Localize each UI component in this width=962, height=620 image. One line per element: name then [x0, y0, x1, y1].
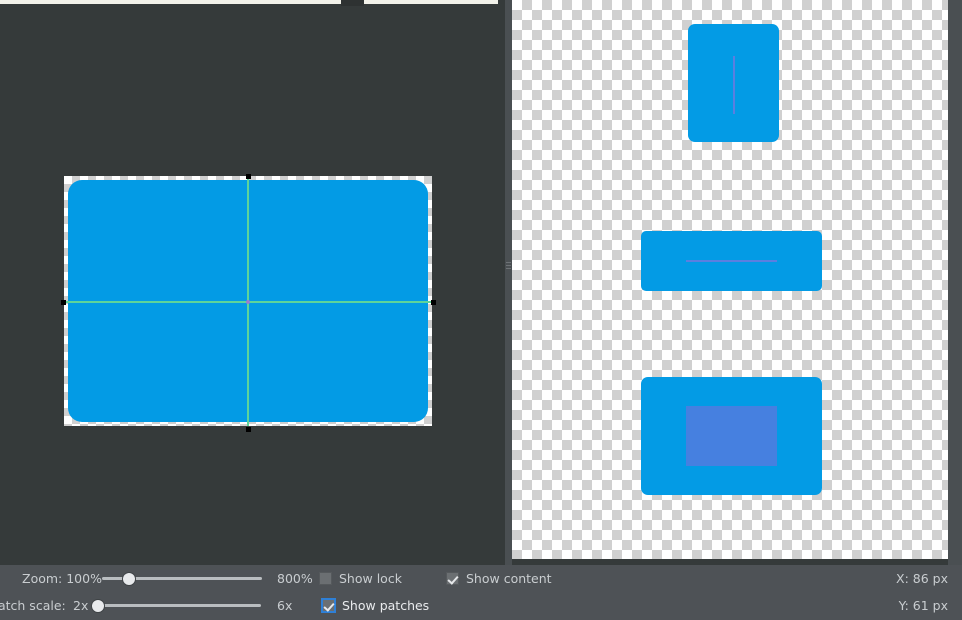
- patch-stretch-marker-horizontal: [686, 260, 777, 262]
- patch-preview-1[interactable]: [688, 24, 779, 142]
- cursor-y-readout: Y: 61 px: [898, 598, 948, 613]
- patch-scale-max-label: 6x: [277, 598, 293, 613]
- patch-scale-slider-thumb[interactable]: [92, 600, 104, 612]
- selection-handle-top[interactable]: [246, 174, 251, 179]
- zoom-max-label: 800%: [277, 571, 313, 586]
- patch-preview-3[interactable]: [641, 377, 822, 495]
- patch-stretch-marker-vertical: [733, 56, 735, 114]
- selection-handle-bottom[interactable]: [246, 427, 251, 432]
- show-lock-label: Show lock: [339, 571, 402, 586]
- patch-scale-slider[interactable]: [92, 600, 261, 612]
- show-patches-checkbox[interactable]: Show patches: [322, 592, 429, 619]
- cursor-x-readout: X: 86 px: [896, 571, 948, 586]
- panel-splitter[interactable]: [505, 0, 512, 565]
- bottom-toolbar: Zoom: 100% 800% Show lock Show content X…: [0, 565, 962, 620]
- patch-preview-panel[interactable]: [512, 0, 948, 559]
- top-edge-strip-right: [364, 0, 498, 4]
- zoom-slider[interactable]: [102, 573, 262, 585]
- show-lock-checkbox-box[interactable]: [319, 572, 332, 585]
- zoom-label: Zoom: 100%: [22, 571, 102, 586]
- toolbar-row-zoom: Zoom: 100% 800% Show lock Show content X…: [0, 565, 962, 592]
- patch-content-region-marker: [686, 406, 777, 466]
- show-content-checkbox-box[interactable]: [446, 572, 459, 585]
- patch-scale-slider-track[interactable]: [95, 604, 261, 607]
- patch-preview-2[interactable]: [641, 231, 822, 291]
- show-patches-label: Show patches: [342, 598, 430, 613]
- selection-handle-right[interactable]: [431, 300, 436, 305]
- patch-scale-min-label: 2x: [73, 598, 89, 613]
- artboard-canvas[interactable]: [0, 6, 505, 565]
- show-content-checkbox[interactable]: Show content: [446, 565, 552, 592]
- patch-scale-label: Patch scale:: [0, 598, 66, 613]
- show-lock-checkbox[interactable]: Show lock: [319, 565, 402, 592]
- show-content-label: Show content: [466, 571, 552, 586]
- vertical-scrollbar[interactable]: [948, 0, 962, 565]
- selection-handle-left[interactable]: [61, 300, 66, 305]
- splitter-grip-icon: [506, 262, 511, 271]
- zoom-slider-thumb[interactable]: [123, 573, 136, 585]
- guide-center-dot: [246, 300, 250, 304]
- toolbar-row-patch-scale: Patch scale: 2x 6x Show patches Y: 61 px: [0, 592, 962, 619]
- top-edge-strip-left: [0, 0, 341, 4]
- app-window: Zoom: 100% 800% Show lock Show content X…: [0, 0, 962, 620]
- show-patches-checkbox-box[interactable]: [322, 599, 335, 612]
